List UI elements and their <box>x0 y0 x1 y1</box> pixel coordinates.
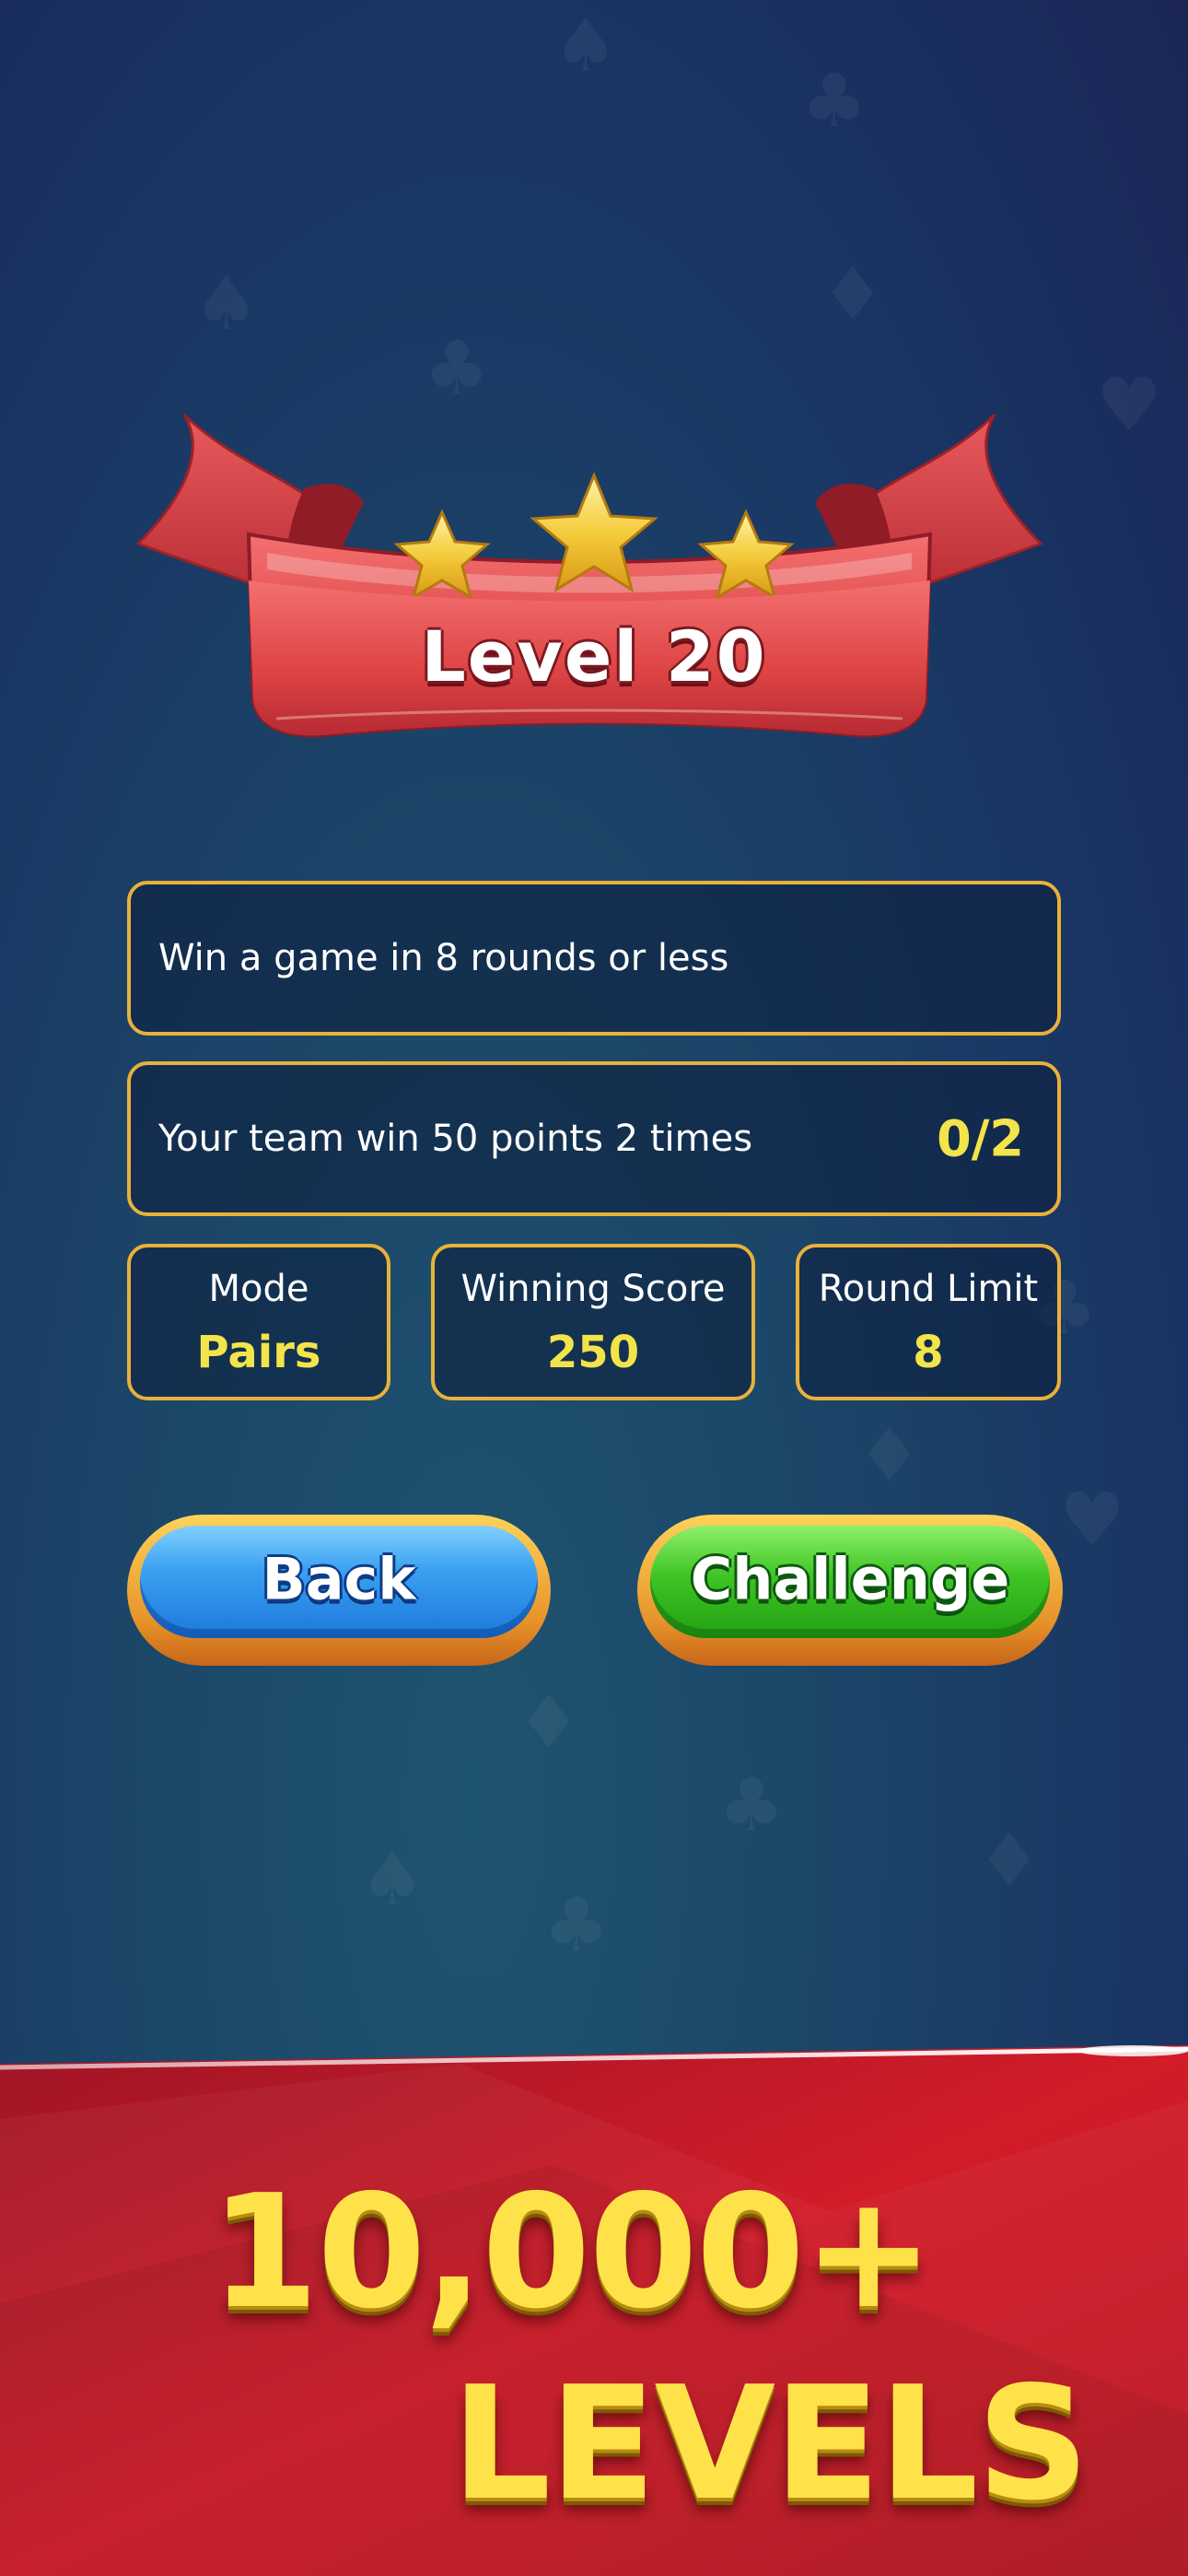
level-ribbon <box>135 413 1043 738</box>
objective-row: Your team win 50 points 2 times 0/2 <box>127 1061 1061 1216</box>
level-title: Level 20 <box>421 615 767 697</box>
objective-text: Your team win 50 points 2 times <box>158 1118 753 1160</box>
stat-value: 250 <box>546 1327 640 1378</box>
diamond-icon: ♦ <box>976 1818 1042 1903</box>
challenge-button-label: Challenge <box>690 1545 1010 1613</box>
round-limit-stat: Round Limit 8 <box>796 1244 1061 1400</box>
objective-text: Win a game in 8 rounds or less <box>158 937 729 979</box>
club-icon: ♣ <box>543 1882 610 1968</box>
stat-value: 8 <box>913 1327 944 1378</box>
club-icon: ♣ <box>718 1762 785 1848</box>
stat-label: Winning Score <box>460 1268 726 1310</box>
heart-icon: ♥ <box>1059 1477 1125 1563</box>
back-button[interactable]: Back <box>127 1515 551 1666</box>
stat-value: Pairs <box>196 1327 321 1378</box>
winning-score-stat: Winning Score 250 <box>431 1244 755 1400</box>
diamond-icon: ♦ <box>516 1680 582 1765</box>
objective-row: Win a game in 8 rounds or less <box>127 881 1061 1036</box>
level-screen: ♠ ♣ ♠ ♣ ♦ ♥ ♣ ♦ ♥ ♦ ♣ ♠ ♣ ♦ Level 20 Win… <box>0 0 1188 2576</box>
spade-icon: ♠ <box>359 1836 425 1922</box>
back-button-label: Back <box>262 1545 416 1613</box>
stat-label: Mode <box>208 1268 309 1310</box>
stat-label: Round Limit <box>818 1268 1039 1310</box>
objective-progress: 0/2 <box>937 1109 1024 1168</box>
mode-stat: Mode Pairs <box>127 1244 390 1400</box>
diamond-icon: ♦ <box>856 1412 923 1498</box>
promo-line-1: 10,000+ <box>210 2161 934 2344</box>
promo-line-2: LEVELS <box>451 2353 1089 2535</box>
challenge-button[interactable]: Challenge <box>637 1515 1063 1666</box>
